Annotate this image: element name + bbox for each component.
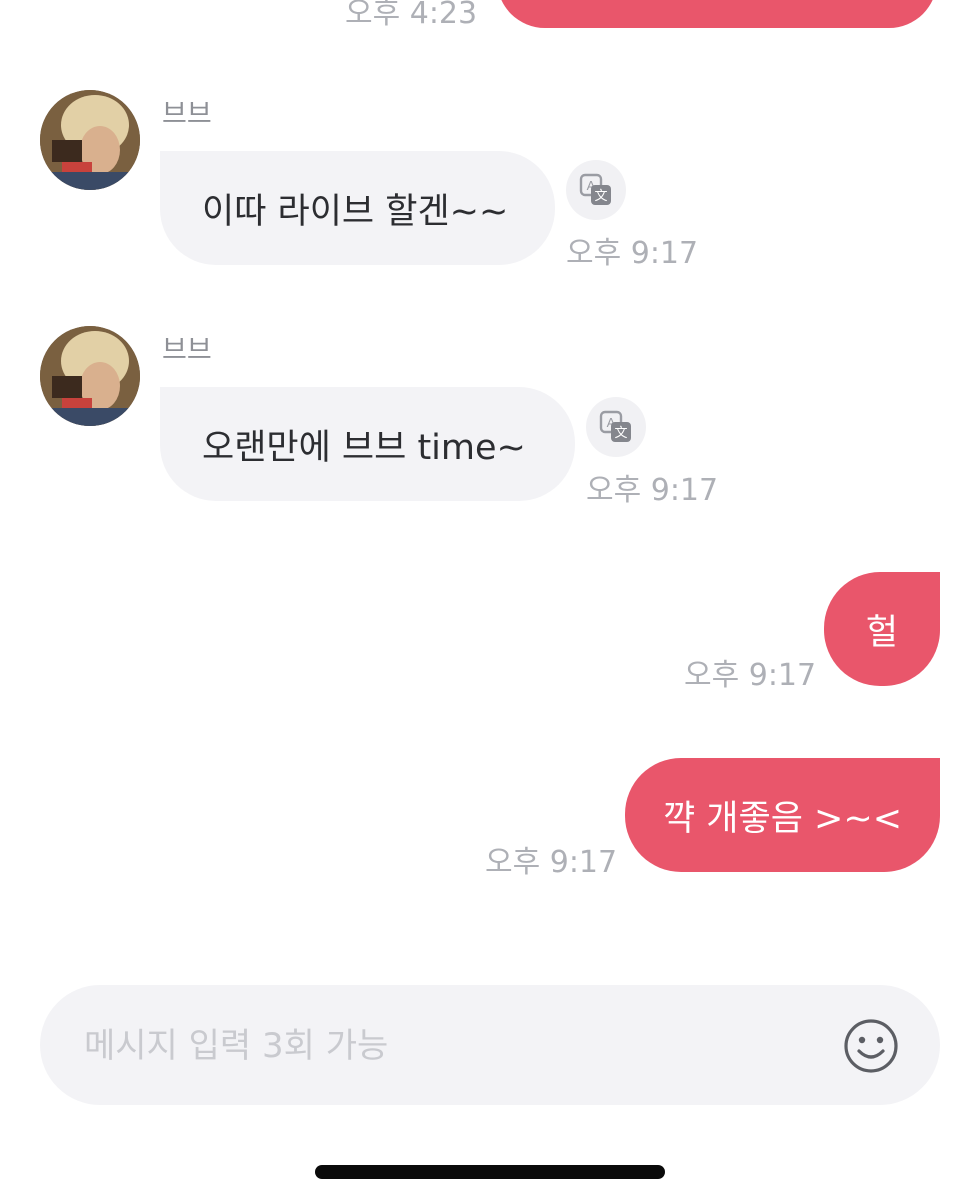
message-text: 꺅 개좋음 >~< xyxy=(662,798,903,839)
message-time: 오후 4:23 xyxy=(345,0,478,31)
message-time: 오후 9:17 xyxy=(566,236,699,271)
outgoing-message-bubble[interactable]: 꺅 개좋음 >~< xyxy=(625,758,940,872)
emoji-button[interactable] xyxy=(842,1017,900,1075)
home-indicator[interactable] xyxy=(315,1165,665,1179)
message-text: 이따 라이브 할겐~~ xyxy=(202,191,509,232)
sender-name: 브브 xyxy=(162,335,212,366)
message-text: 헐 xyxy=(865,612,899,653)
avatar-photo xyxy=(40,90,140,190)
message-input[interactable] xyxy=(82,1015,806,1077)
avatar-photo xyxy=(40,326,140,426)
sender-name: 브브 xyxy=(162,99,212,130)
translate-icon: A 文 xyxy=(599,410,631,442)
svg-text:文: 文 xyxy=(594,188,607,203)
smiley-icon xyxy=(844,1019,898,1073)
translate-button[interactable]: A 文 xyxy=(586,397,646,457)
message-time: 오후 9:17 xyxy=(586,473,719,508)
translate-icon: A 文 xyxy=(579,173,611,205)
incoming-message-bubble[interactable]: 오랜만에 브브 time~ xyxy=(160,387,575,501)
sender-avatar[interactable] xyxy=(40,326,140,426)
message-composer xyxy=(40,985,940,1105)
message-time: 오후 9:17 xyxy=(684,658,817,693)
incoming-message-bubble[interactable]: 이따 라이브 할겐~~ xyxy=(160,151,555,265)
outgoing-message-bubble[interactable]: 헐 xyxy=(824,572,940,686)
svg-text:文: 文 xyxy=(614,425,627,440)
translate-button[interactable]: A 文 xyxy=(566,160,626,220)
message-time: 오후 9:17 xyxy=(485,845,618,880)
sender-avatar[interactable] xyxy=(40,90,140,190)
outgoing-message-bubble-partial[interactable] xyxy=(497,0,937,28)
message-text: 오랜만에 브브 time~ xyxy=(202,427,526,468)
